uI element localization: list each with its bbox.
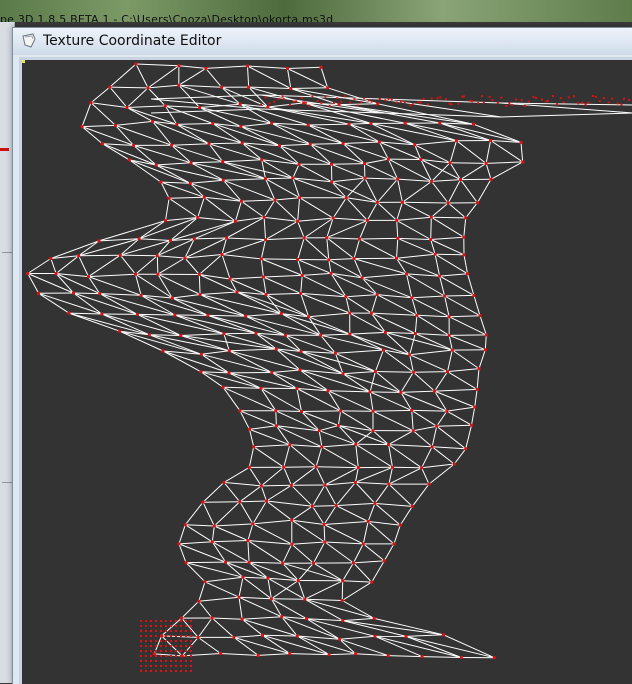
background-red-marker: [0, 148, 9, 151]
background-separator: [2, 482, 12, 483]
window-title: Texture Coordinate Editor: [43, 33, 221, 49]
background-separator: [2, 252, 12, 253]
parent-window-title: pe 3D 1.8.5 BETA 1 - C:\Users\Cnoza\Desk…: [0, 13, 333, 22]
editor-frame: [19, 57, 632, 684]
window-titlebar[interactable]: Texture Coordinate Editor: [13, 28, 632, 55]
uv-canvas[interactable]: [22, 60, 632, 684]
milkshape-app-icon: [21, 33, 37, 49]
uv-wireframe-mesh[interactable]: [22, 60, 632, 684]
background-window-strip: pe 3D 1.8.5 BETA 1 - C:\Users\Cnoza\Desk…: [0, 0, 632, 22]
texture-coordinate-editor-window[interactable]: Texture Coordinate Editor: [12, 27, 632, 684]
